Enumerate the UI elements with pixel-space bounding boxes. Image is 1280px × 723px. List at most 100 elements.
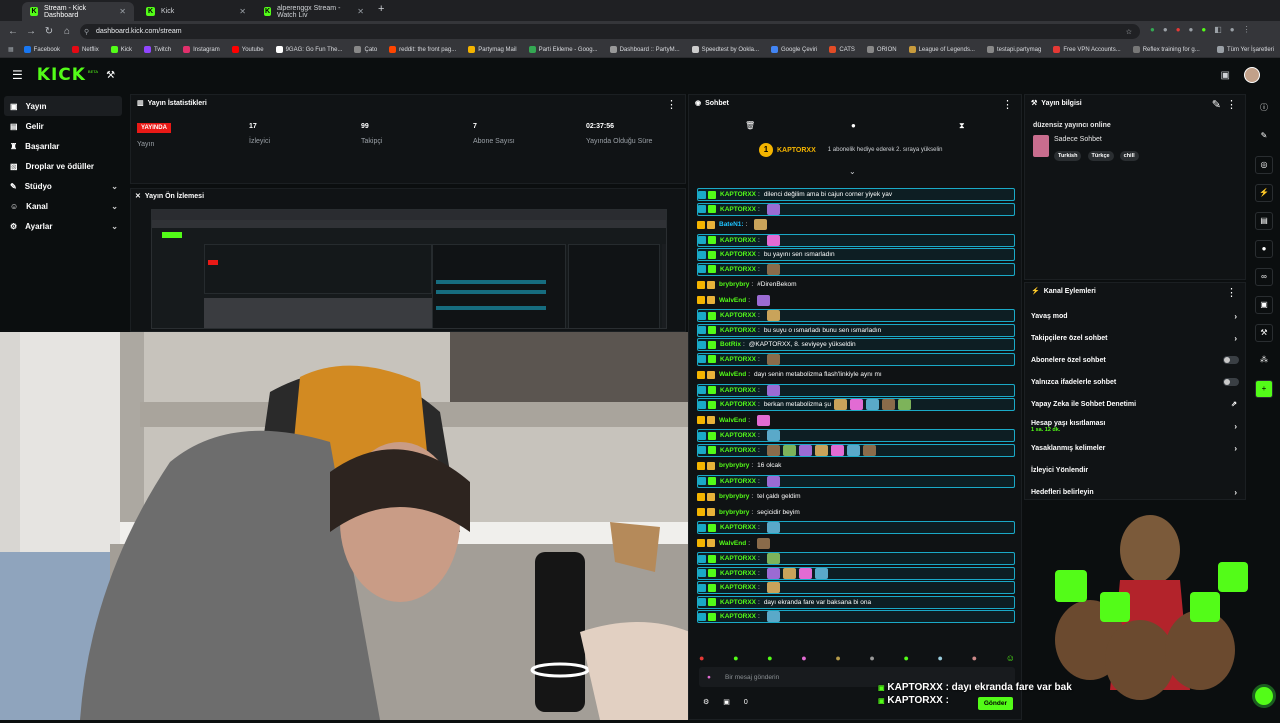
kick-logo[interactable]: KICK bbox=[37, 65, 86, 85]
chat-username[interactable]: KAPTORXX bbox=[720, 524, 756, 531]
chat-username[interactable]: KAPTORXX bbox=[720, 266, 756, 273]
chat-message[interactable]: KAPTORXX: bu yayını sen ısmarladın bbox=[697, 248, 1015, 261]
avatar[interactable] bbox=[1244, 67, 1260, 83]
tab-kick[interactable]: K Kick ✕ bbox=[138, 2, 254, 21]
tab-kick-dashboard[interactable]: K Stream - Kick Dashboard ✕ bbox=[22, 2, 134, 21]
close-icon[interactable]: ✕ bbox=[119, 7, 126, 16]
extension-shield-icon[interactable]: ● bbox=[1150, 25, 1155, 34]
chat-message[interactable]: WalvEnd: bbox=[697, 536, 1015, 552]
new-tab-icon[interactable]: + bbox=[378, 3, 384, 15]
emote-icon[interactable]: ● bbox=[903, 653, 908, 663]
chat-message[interactable]: KAPTORXX: bbox=[697, 610, 1015, 623]
emote-picker-icon[interactable]: ☺ bbox=[1006, 653, 1015, 663]
apps-grid-icon[interactable]: ▦ bbox=[8, 46, 14, 53]
user-color-icon[interactable]: ● bbox=[707, 674, 711, 681]
channel-action-item[interactable]: İzleyici Yönlendir bbox=[1025, 459, 1247, 481]
hourglass-icon[interactable]: ⧗ bbox=[959, 121, 965, 131]
more-options-icon[interactable]: ⋮ bbox=[1226, 286, 1237, 299]
chat-username[interactable]: KAPTORXX bbox=[720, 401, 756, 408]
all-bookmarks-folder[interactable]: Tüm Yer İşaretleri bbox=[1216, 46, 1274, 53]
bookmark-item[interactable]: Çato bbox=[354, 46, 377, 53]
url-field[interactable]: ⚲ dashboard.kick.com/stream ☆ bbox=[80, 24, 1140, 39]
chat-message[interactable]: KAPTORXX: bbox=[697, 581, 1015, 594]
bookmark-item[interactable]: testapi.partymag bbox=[986, 46, 1041, 53]
chat-username[interactable]: KAPTORXX bbox=[720, 312, 756, 319]
chat-username[interactable]: WalvEnd bbox=[719, 417, 746, 424]
chat-message[interactable]: brybrybry: tel çaldı geldim bbox=[697, 489, 1015, 505]
channel-action-item[interactable]: Abonelere özel sohbet bbox=[1025, 349, 1247, 371]
chat-username[interactable]: KAPTORXX bbox=[720, 584, 756, 591]
target-icon[interactable]: ◎ bbox=[1255, 156, 1273, 174]
sidebar-item-gelir[interactable]: ▤ Gelir bbox=[0, 116, 128, 136]
bookmark-item[interactable]: Youtube bbox=[231, 46, 264, 53]
channel-action-item[interactable]: Hesap yaşı kısıtlaması 1 sa. 12 dk. › bbox=[1025, 415, 1247, 437]
sidebar-item-kanal[interactable]: ☺ Kanal ⌄ bbox=[0, 196, 128, 216]
chat-message[interactable]: WalvEnd: bbox=[697, 413, 1015, 429]
chat-message[interactable]: KAPTORXX: bbox=[697, 521, 1015, 534]
chat-username[interactable]: KAPTORXX bbox=[720, 432, 756, 439]
hamburger-menu-icon[interactable]: ☰ bbox=[12, 68, 23, 82]
forward-icon[interactable]: → bbox=[22, 26, 40, 37]
bookmark-item[interactable]: Dashboard :: PartyM... bbox=[609, 46, 680, 53]
sidebar-item-yayin[interactable]: ▣ Yayın bbox=[4, 96, 122, 116]
channel-action-item[interactable]: Takipçilere özel sohbet › bbox=[1025, 327, 1247, 349]
bookmark-item[interactable]: Free VPN Accounts... bbox=[1053, 46, 1121, 53]
bookmark-item[interactable]: Kick bbox=[110, 46, 132, 53]
channel-action-item[interactable]: Yapay Zeka ile Sohbet Denetimi ⇗ bbox=[1025, 393, 1247, 415]
chat-message[interactable]: KAPTORXX: dilenci değilim ama bi cajun co… bbox=[697, 188, 1015, 201]
wrench-icon[interactable]: ⚒ bbox=[1255, 324, 1273, 342]
layout-icon[interactable]: ▣ bbox=[1255, 296, 1273, 314]
edit-pencil-icon[interactable]: ✎ bbox=[1212, 98, 1221, 111]
emote-icon[interactable]: ● bbox=[699, 653, 704, 663]
chat-message[interactable]: KAPTORXX: berkan metabolizma şu bbox=[697, 398, 1015, 411]
wrench-icon[interactable]: ⚒ bbox=[106, 70, 115, 81]
emote-icon[interactable]: ● bbox=[767, 653, 772, 663]
chat-username[interactable]: WalvEnd bbox=[719, 540, 746, 547]
bookmark-item[interactable]: Netflix bbox=[72, 46, 99, 53]
preview-video[interactable] bbox=[151, 209, 667, 329]
edit-icon[interactable]: ✎ bbox=[1255, 128, 1273, 146]
toggle-switch[interactable] bbox=[1223, 356, 1239, 364]
chat-username[interactable]: brybrybry bbox=[719, 493, 749, 500]
chat-message[interactable]: brybrybry:16 olcak bbox=[697, 458, 1015, 474]
chat-message[interactable]: brybrybry: seçicidir beyim bbox=[697, 505, 1015, 521]
sidebar-item-droplar[interactable]: ▧ Droplar ve ödüller bbox=[0, 156, 128, 176]
bookmark-item[interactable]: Google Çeviri bbox=[771, 46, 817, 53]
bookmark-item[interactable]: Partymag Mail bbox=[468, 46, 517, 53]
expand-chevron-icon[interactable]: ⌄ bbox=[849, 167, 856, 176]
message-icon[interactable]: ● bbox=[851, 121, 856, 130]
chat-username[interactable]: WalvEnd bbox=[719, 371, 746, 378]
chat-username[interactable]: WalvEnd bbox=[719, 297, 746, 304]
channel-action-item[interactable]: Yasaklanmış kelimeler › bbox=[1025, 437, 1247, 459]
more-options-icon[interactable]: ⋮ bbox=[1226, 98, 1237, 111]
tab-alperenggx[interactable]: K alperenggx Stream - Watch Liv ✕ bbox=[256, 2, 372, 21]
toggle-switch[interactable] bbox=[1223, 378, 1239, 386]
bolt-icon[interactable]: ⚡ bbox=[1255, 184, 1273, 202]
chat-username[interactable]: BateN1: bbox=[719, 221, 744, 228]
close-icon[interactable]: ✕ bbox=[357, 7, 364, 16]
extension-red-icon[interactable]: ● bbox=[1176, 25, 1181, 34]
chat-message[interactable]: KAPTORXX: bbox=[697, 429, 1015, 442]
chat-username[interactable]: KAPTORXX bbox=[720, 555, 756, 562]
back-icon[interactable]: ← bbox=[4, 26, 22, 37]
live-status-icon[interactable] bbox=[1252, 684, 1276, 708]
chat-username[interactable]: KAPTORXX bbox=[720, 478, 756, 485]
chat-username[interactable]: KAPTORXX bbox=[720, 206, 756, 213]
sidebar-item-basarilar[interactable]: ♜ Başarılar bbox=[0, 136, 128, 156]
chat-username[interactable]: brybrybry bbox=[719, 462, 749, 469]
home-icon[interactable]: ⌂ bbox=[58, 26, 76, 37]
extension-green-icon[interactable]: ● bbox=[1201, 25, 1206, 34]
site-info-icon[interactable]: ⚲ bbox=[84, 28, 89, 36]
chat-message[interactable]: KAPTORXX: bbox=[697, 309, 1015, 322]
trash-icon[interactable]: 🗑 bbox=[745, 121, 755, 130]
chat-message[interactable]: KAPTORXX: bbox=[697, 474, 1015, 488]
chat-message[interactable]: KAPTORXX: bu suyu o ısmarladı bunu sen ıs… bbox=[697, 323, 1015, 337]
chat-username[interactable]: KAPTORXX bbox=[720, 387, 756, 394]
chat-username[interactable]: KAPTORXX bbox=[720, 447, 756, 454]
gift-icon[interactable]: ▣ bbox=[723, 698, 730, 706]
channel-action-item[interactable]: Yavaş mod › bbox=[1025, 305, 1247, 327]
chat-message[interactable]: KAPTORXX: bbox=[697, 552, 1015, 565]
bookmark-item[interactable]: 9GAG: Go Fun The... bbox=[275, 46, 342, 53]
reload-icon[interactable]: ↻ bbox=[40, 26, 58, 37]
sidebar-item-studyo[interactable]: ✎ Stüdyo ⌄ bbox=[0, 176, 128, 196]
